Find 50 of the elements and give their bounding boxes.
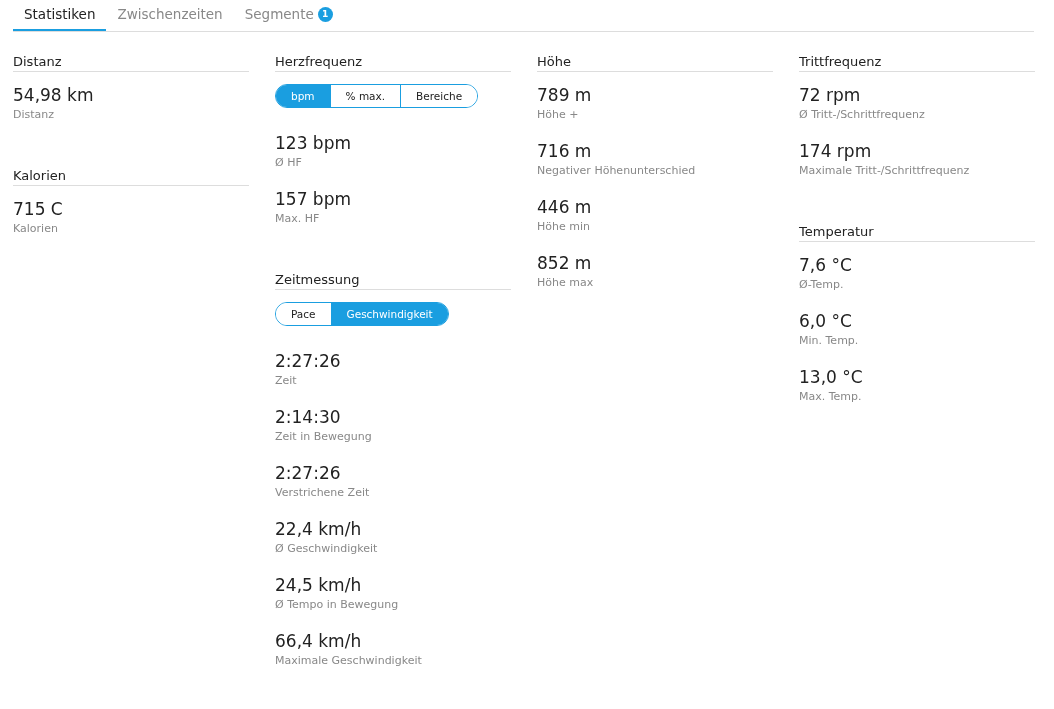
stat-label: Verstrichene Zeit [275, 486, 371, 499]
stat-label: Höhe max [537, 276, 595, 289]
section-title: Kalorien [13, 168, 249, 186]
stat-value: 446 m [537, 196, 593, 218]
stat-value: 2:27:26 [275, 462, 342, 484]
stat-label: Ø-Temp. [799, 278, 845, 291]
section-title: Höhe [537, 54, 773, 72]
stat-value: 13,0 °C [799, 366, 864, 388]
stat-label: Distanz [13, 108, 56, 121]
stat-label: Zeit [275, 374, 298, 387]
stat-label: Höhe + [537, 108, 580, 121]
stat-label: Negativer Höhenunterschied [537, 164, 697, 177]
stat-value: 22,4 km/h [275, 518, 363, 540]
stat-label: Min. Temp. [799, 334, 860, 347]
stat-value: 123 bpm [275, 132, 352, 154]
stat-label: Max. HF [275, 212, 321, 225]
stat-value: 72 rpm [799, 84, 862, 106]
stat-value: 2:14:30 [275, 406, 342, 428]
section-title: Distanz [13, 54, 249, 72]
stat-value: 715 C [13, 198, 64, 220]
stat-value: 852 m [537, 252, 593, 274]
stat-label: Maximale Tritt-/Schrittfrequenz [799, 164, 971, 177]
stat-label: Maximale Geschwindigkeit [275, 654, 423, 667]
section-title: Trittfrequenz [799, 54, 1035, 72]
tab[interactable]: Segmente 1 [233, 0, 344, 31]
stat-value: 7,6 °C [799, 254, 853, 276]
stat-value: 54,98 km [13, 84, 95, 106]
toggle-option[interactable]: Bereiche [400, 85, 478, 107]
stat-label: Ø Geschwindigkeit [275, 542, 379, 555]
stat-label: Ø Tritt-/Schrittfrequenz [799, 108, 926, 121]
section-title: Zeitmessung [275, 272, 511, 290]
stat-value: 24,5 km/h [275, 574, 363, 596]
stat-value: 174 rpm [799, 140, 873, 162]
stat-value: 716 m [537, 140, 593, 162]
stat-value: 66,4 km/h [275, 630, 363, 652]
stat-label: Ø HF [275, 156, 303, 169]
section-title: Temperatur [799, 224, 1035, 242]
stat-value: 2:27:26 [275, 350, 342, 372]
stat-value: 6,0 °C [799, 310, 853, 332]
section-title: Herzfrequenz [275, 54, 511, 72]
stat-value: 157 bpm [275, 188, 352, 210]
stat-label: Kalorien [13, 222, 59, 235]
tab[interactable]: Statistiken [13, 0, 107, 31]
stat-label: Max. Temp. [799, 390, 863, 403]
tab[interactable]: Zwischenzeiten [106, 0, 234, 31]
stat-value: 789 m [537, 84, 593, 106]
stat-label: Zeit in Bewegung [275, 430, 373, 443]
stat-label: Höhe min [537, 220, 591, 233]
count-badge: 1 [317, 6, 333, 22]
stat-label: Ø Tempo in Bewegung [275, 598, 400, 611]
